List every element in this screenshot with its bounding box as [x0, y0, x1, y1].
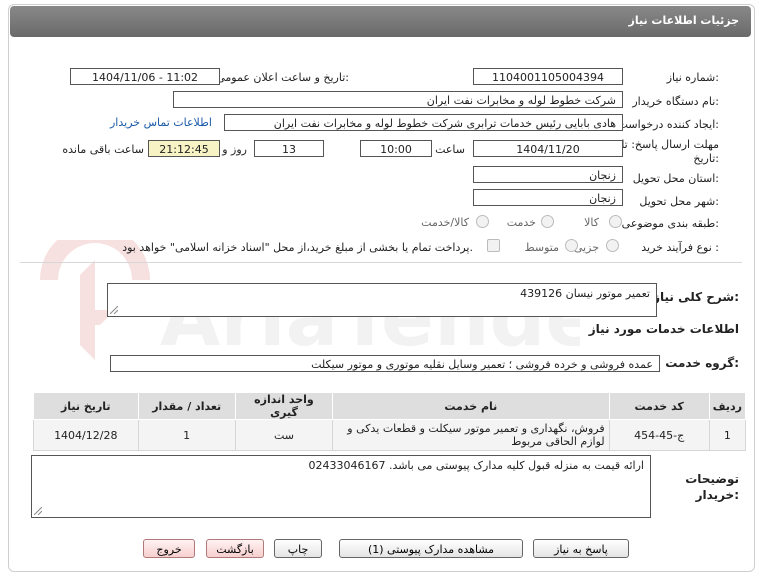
creator-field: هادی بابایی رئیس خدمات ترابری شرکت خطوط …: [224, 114, 623, 131]
process-type-label: نوع فرآیند خرید :: [641, 241, 719, 254]
cell-row: 1: [708, 419, 747, 451]
process-radio-medium[interactable]: [565, 239, 578, 252]
service-group-field: عمده فروشی و خرده فروشی ؛ تعمیر وسایل نق…: [110, 355, 660, 372]
buyer-org-label: نام دستگاه خریدار:: [632, 95, 719, 108]
cell-need-date: 1404/12/28: [33, 419, 139, 451]
summary-text: تعمیر موتور نیسان 439126: [520, 287, 650, 300]
process-radio-minor[interactable]: [606, 239, 619, 252]
services-section-title: اطلاعات خدمات مورد نیاز: [588, 322, 739, 336]
days-label: روز و: [222, 143, 247, 156]
service-group-label: گروه خدمت:: [665, 356, 739, 370]
category-radio-service[interactable]: [541, 215, 554, 228]
back-button[interactable]: بازگشت: [206, 539, 264, 558]
need-number-label: شماره نیاز:: [666, 71, 719, 84]
col-need-date: تاریخ نیاز: [33, 392, 139, 420]
table-header-row: تاریخ نیاز تعداد / مقدار واحد اندازه گیر…: [33, 392, 747, 420]
province-label: استان محل تحویل:: [632, 172, 719, 185]
col-row: ردیف: [708, 392, 747, 420]
category-option-goods: کالا: [584, 216, 599, 229]
col-service-name: نام خدمت: [332, 392, 610, 420]
process-option-medium: متوسط: [524, 241, 559, 254]
city-field: زنجان: [473, 189, 623, 206]
buyer-notes-text: ارائه قیمت به منزله قبول کلیه مدارک پیوس…: [308, 459, 644, 472]
cell-unit: ست: [234, 419, 334, 451]
col-unit: واحد اندازه گیری: [234, 392, 334, 420]
summary-label: شرح کلی نیاز:: [653, 290, 739, 304]
city-label: شهر محل تحویل:: [639, 195, 719, 208]
category-option-service: خدمت: [506, 216, 536, 229]
page-header: جزئیات اطلاعات نیاز: [10, 6, 751, 37]
resize-grip-icon[interactable]: [110, 306, 118, 314]
buyer-contact-link[interactable]: اطلاعات تماس خریدار: [110, 116, 212, 129]
exit-button[interactable]: خروج: [143, 539, 195, 558]
section-divider: [20, 262, 742, 263]
deadline-time-label: ساعت: [435, 143, 465, 156]
need-number-field: 1104001105004394: [473, 68, 623, 85]
cell-service-name: فروش، نگهداری و تعمیر موتور سیکلت و قطعا…: [332, 419, 610, 451]
treasury-payment-checkbox[interactable]: [487, 239, 500, 252]
treasury-payment-note: پرداخت تمام یا بخشی از مبلغ خرید،از محل …: [122, 241, 473, 254]
deadline-label: مهلت ارسال پاسخ: تا: [621, 138, 719, 151]
announce-date-field: 1404/11/06 - 11:02: [70, 68, 220, 85]
remaining-time-label: ساعت باقی مانده: [62, 143, 144, 156]
deadline-time-field: 10:00: [360, 140, 432, 157]
cell-quantity: 1: [137, 419, 236, 451]
col-service-code: کد خدمت: [608, 392, 710, 420]
remaining-time-field: 21:12:45: [148, 140, 220, 157]
days-remaining-field: 13: [254, 140, 324, 157]
category-radio-both[interactable]: [476, 215, 489, 228]
table-row: 1404/12/28 1 ست فروش، نگهداری و تعمیر مو…: [33, 419, 747, 451]
print-button[interactable]: چاپ: [274, 539, 322, 558]
province-field: زنجان: [473, 166, 623, 183]
category-label: طبقه بندی موضوعی:: [621, 217, 719, 230]
services-table: تاریخ نیاز تعداد / مقدار واحد اندازه گیر…: [33, 392, 747, 451]
buyer-notes-label: توضیحات: [685, 472, 739, 486]
announce-date-label: تاریخ و ساعت اعلان عمومی:: [216, 71, 349, 84]
deadline-label-2: تاریخ:: [693, 152, 719, 165]
deadline-date-field: 1404/11/20: [473, 140, 623, 157]
buyer-notes-field: ارائه قیمت به منزله قبول کلیه مدارک پیوس…: [31, 455, 651, 518]
buyer-org-field: شرکت خطوط لوله و مخابرات نفت ایران: [173, 91, 623, 108]
col-quantity: تعداد / مقدار: [137, 392, 236, 420]
buyer-notes-label-2: خریدار:: [695, 488, 739, 502]
resize-grip-icon[interactable]: [34, 507, 42, 515]
cell-service-code: ج-45-454: [608, 419, 710, 451]
category-radio-goods[interactable]: [609, 215, 622, 228]
category-option-both: کالا/خدمت: [421, 216, 469, 229]
summary-field: تعمیر موتور نیسان 439126: [107, 283, 657, 317]
view-attachments-button[interactable]: مشاهده مدارک پیوستی (1): [339, 539, 523, 558]
reply-button[interactable]: پاسخ به نیاز: [533, 539, 629, 558]
creator-label: ایجاد کننده درخواست:: [617, 118, 719, 131]
page-title: جزئیات اطلاعات نیاز: [628, 14, 740, 27]
